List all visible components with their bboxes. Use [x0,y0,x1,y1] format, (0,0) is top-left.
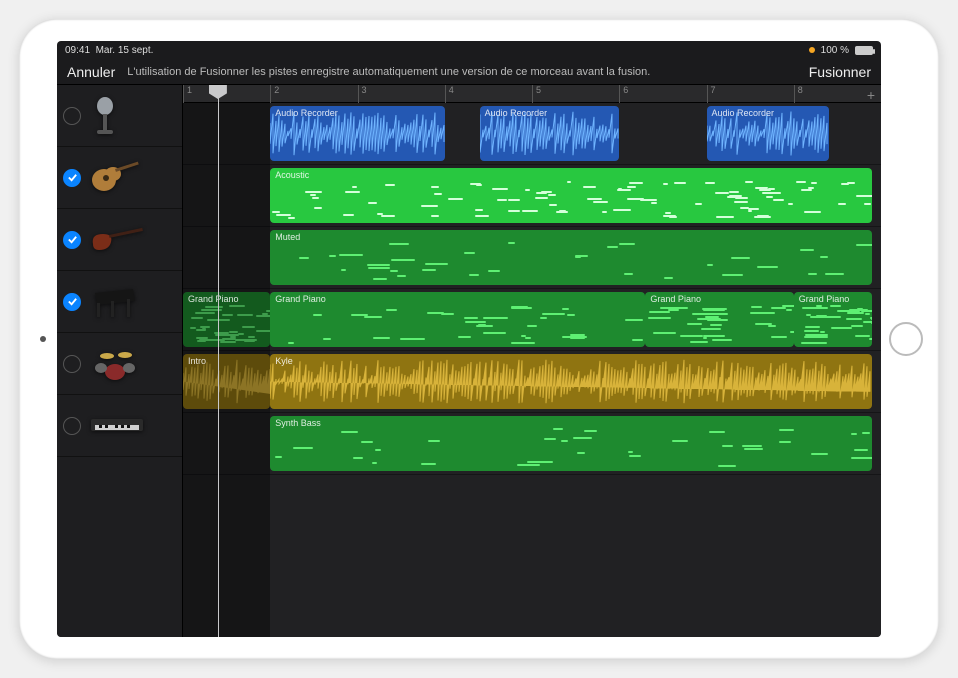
region-label: Kyle [275,356,293,366]
region-label: Grand Piano [799,294,850,304]
track-select-checkbox[interactable] [63,355,81,373]
ruler-bar: 1 [183,85,192,103]
region-label: Audio Recorder [485,108,548,118]
region[interactable]: Kyle [270,354,872,409]
mic-icon [89,96,121,136]
region[interactable]: Acoustic [270,168,872,223]
home-button[interactable] [889,322,923,356]
region[interactable]: Grand Piano [270,292,645,347]
ruler-bar: 5 [532,85,541,103]
ruler-bar: 2 [270,85,279,103]
region[interactable]: Audio Recorder [270,106,445,161]
ruler-bar: 6 [619,85,628,103]
track-lane-drums[interactable]: Intro Kyle [183,351,881,413]
guitar-acoustic-icon [89,158,141,198]
region-label: Intro [188,356,206,366]
track-header-mic[interactable] [57,85,182,147]
ruler-bar: 8 [794,85,803,103]
track-header-bass[interactable] [57,209,182,271]
add-section-button[interactable]: + [867,87,875,103]
app-screen: 09:41 Mar. 15 sept. 100 % Annuler L'util… [57,41,881,637]
track-headers [57,85,183,637]
track-lane-synth[interactable]: Synth Bass [183,413,881,475]
track-select-checkbox[interactable] [63,231,81,249]
region-label: Grand Piano [275,294,326,304]
battery-icon [855,46,873,55]
track-select-checkbox[interactable] [63,417,81,435]
track-header-acoustic[interactable] [57,147,182,209]
region[interactable]: Grand Piano [645,292,793,347]
region[interactable]: Grand Piano [794,292,873,347]
workspace: + 12345678 Audio RecorderAudio RecorderA… [57,85,881,637]
region[interactable]: Synth Bass [270,416,872,471]
region[interactable]: Audio Recorder [480,106,620,161]
track-lane-mic[interactable]: Audio Recorder Audio Recorder Audio Record… [183,103,881,165]
status-left: 09:41 Mar. 15 sept. [65,45,153,56]
region[interactable]: Intro [183,354,270,409]
recording-indicator-icon [809,47,815,53]
ruler-bar: 3 [358,85,367,103]
merge-button[interactable]: Fusionner [809,64,871,80]
track-lane-bass[interactable]: Muted [183,227,881,289]
status-battery-text: 100 % [821,45,849,56]
region[interactable]: Audio Recorder [707,106,829,161]
track-select-checkbox[interactable] [63,293,81,311]
status-right: 100 % [809,45,873,56]
track-header-piano[interactable] [57,271,182,333]
guitar-bass-icon [89,220,145,260]
top-bar: Annuler L'utilisation de Fusionner les p… [57,59,881,85]
track-lane-piano[interactable]: Grand Piano Grand Piano Grand Piano Grand P… [183,289,881,351]
ruler[interactable]: + 1 2 3 4 5 6 7 8 [183,85,881,103]
region[interactable]: Muted [270,230,872,285]
camera-dot [40,336,46,342]
region-label: Synth Bass [275,418,321,428]
lanes: Audio Recorder Audio Recorder Audio Record… [183,103,881,637]
region-label: Grand Piano [650,294,701,304]
track-header-synth[interactable] [57,395,182,457]
status-bar: 09:41 Mar. 15 sept. 100 % [57,41,881,59]
ruler-bar: 4 [445,85,454,103]
status-time: 09:41 [65,45,90,56]
piano-icon [89,282,139,322]
timeline[interactable]: + 12345678 Audio RecorderAudio RecorderA… [183,85,881,637]
track-select-checkbox[interactable] [63,169,81,187]
ipad-frame: 09:41 Mar. 15 sept. 100 % Annuler L'util… [19,19,939,659]
track-lane-acoustic[interactable]: Acoustic [183,165,881,227]
region[interactable]: Grand Piano [183,292,270,347]
region-label: Audio Recorder [712,108,775,118]
cancel-button[interactable]: Annuler [67,64,115,80]
region-label: Muted [275,232,300,242]
status-date: Mar. 15 sept. [96,45,154,56]
playhead[interactable] [209,85,227,99]
region-label: Grand Piano [188,294,239,304]
track-header-drums[interactable] [57,333,182,395]
region-label: Audio Recorder [275,108,338,118]
keyboard-icon [89,406,145,446]
region-label: Acoustic [275,170,309,180]
hint-text: L'utilisation de Fusionner les pistes en… [127,66,796,78]
track-select-checkbox[interactable] [63,107,81,125]
ruler-bar: 7 [707,85,716,103]
playhead-line [218,85,219,637]
drums-icon [89,344,141,384]
